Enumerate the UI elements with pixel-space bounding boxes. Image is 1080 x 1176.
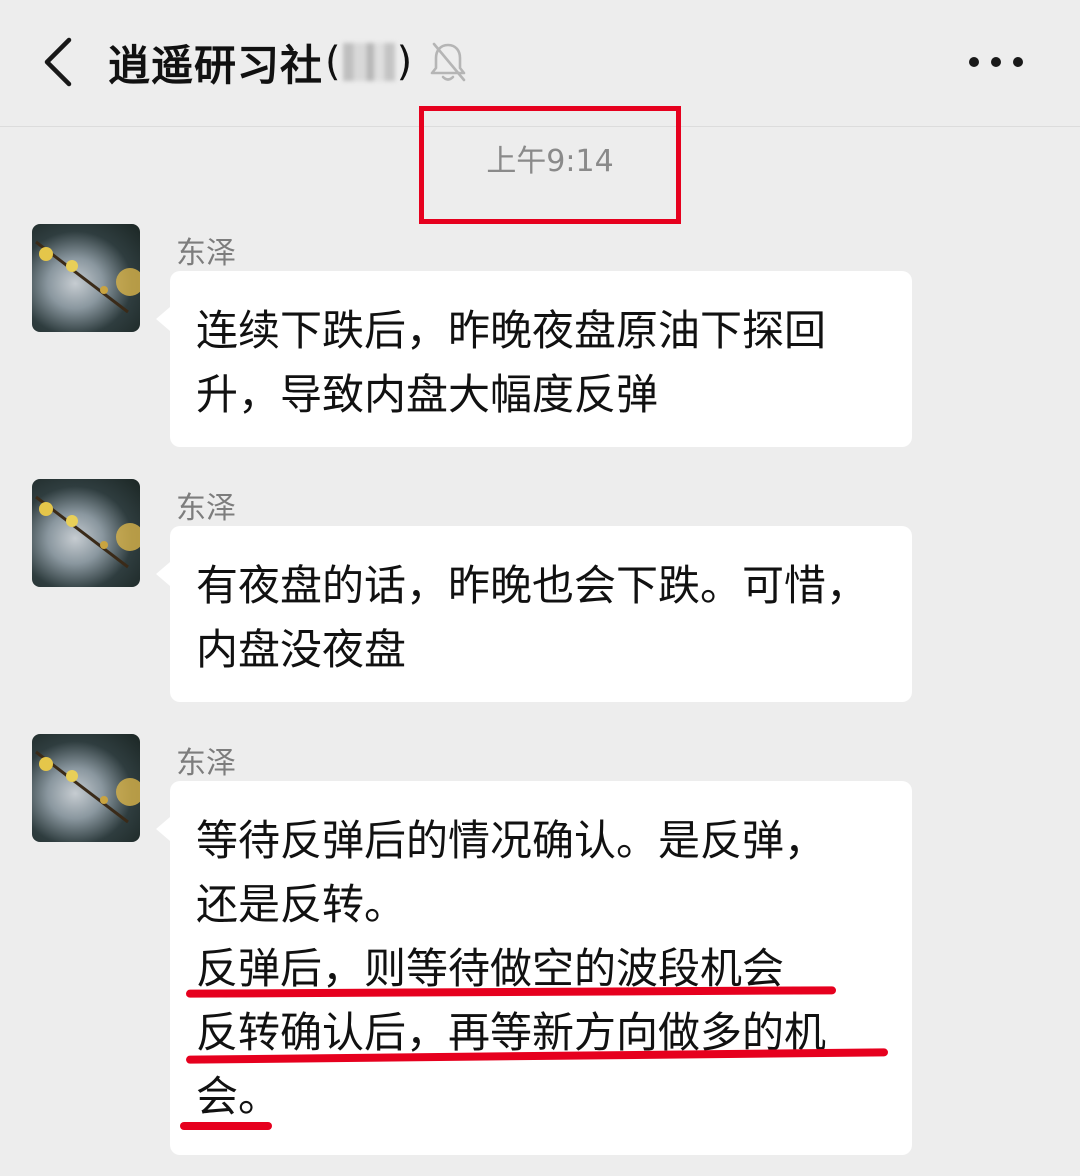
message-line-highlighted: 会。	[196, 1072, 281, 1121]
chat-title: 逍遥研习社	[108, 40, 324, 90]
message-timestamp: 上午9:14	[486, 144, 614, 179]
message-bubble[interactable]: 有夜盘的话，昨晚也会下跌。可惜， 内盘没夜盘	[156, 526, 912, 702]
avatar-plum-blossom-icon	[35, 240, 140, 314]
message-line: 内盘没夜盘	[196, 625, 407, 674]
message-item: 东泽 连续下跌后，昨晚夜盘原油下探回 升，导致内盘大幅度反弹	[32, 224, 932, 448]
message-line: 还是反转。	[196, 880, 407, 929]
more-horizontal-icon	[969, 57, 1023, 67]
sender-name: 东泽	[176, 236, 236, 271]
red-underline-annotation	[180, 1122, 272, 1130]
sender-name: 东泽	[176, 491, 236, 526]
back-button[interactable]	[28, 32, 88, 92]
chat-title-group[interactable]: 逍遥研习社 ( )	[108, 32, 468, 92]
member-count: ( )	[325, 39, 412, 85]
avatar[interactable]	[32, 734, 140, 842]
avatar-plum-blossom-icon	[35, 495, 140, 569]
member-count-close: )	[396, 39, 413, 85]
message-bubble[interactable]: 等待反弹后的情况确认。是反弹， 还是反转。 反弹后，则等待做空的波段机会 反转确…	[156, 781, 912, 1155]
message-item: 东泽 等待反弹后的情况确认。是反弹， 还是反转。 反弹后，则等待做空的波段机会 …	[32, 734, 932, 1158]
message-line: 升，导致内盘大幅度反弹	[196, 370, 659, 419]
more-options-button[interactable]	[956, 36, 1036, 88]
avatar[interactable]	[32, 224, 140, 332]
blurred-member-count	[342, 43, 395, 81]
member-count-open: (	[325, 39, 341, 85]
message-line: 有夜盘的话，昨晚也会下跌。可惜，	[196, 561, 869, 610]
sender-name: 东泽	[176, 746, 236, 781]
chevron-left-icon	[44, 37, 72, 87]
message-bubble[interactable]: 连续下跌后，昨晚夜盘原油下探回 升，导致内盘大幅度反弹	[156, 271, 912, 447]
message-item: 东泽 有夜盘的话，昨晚也会下跌。可惜， 内盘没夜盘	[32, 479, 932, 703]
avatar[interactable]	[32, 479, 140, 587]
bell-muted-icon	[430, 42, 466, 82]
message-line: 连续下跌后，昨晚夜盘原油下探回	[196, 306, 827, 355]
avatar-plum-blossom-icon	[35, 750, 140, 824]
message-line: 等待反弹后的情况确认。是反弹，	[196, 816, 827, 865]
